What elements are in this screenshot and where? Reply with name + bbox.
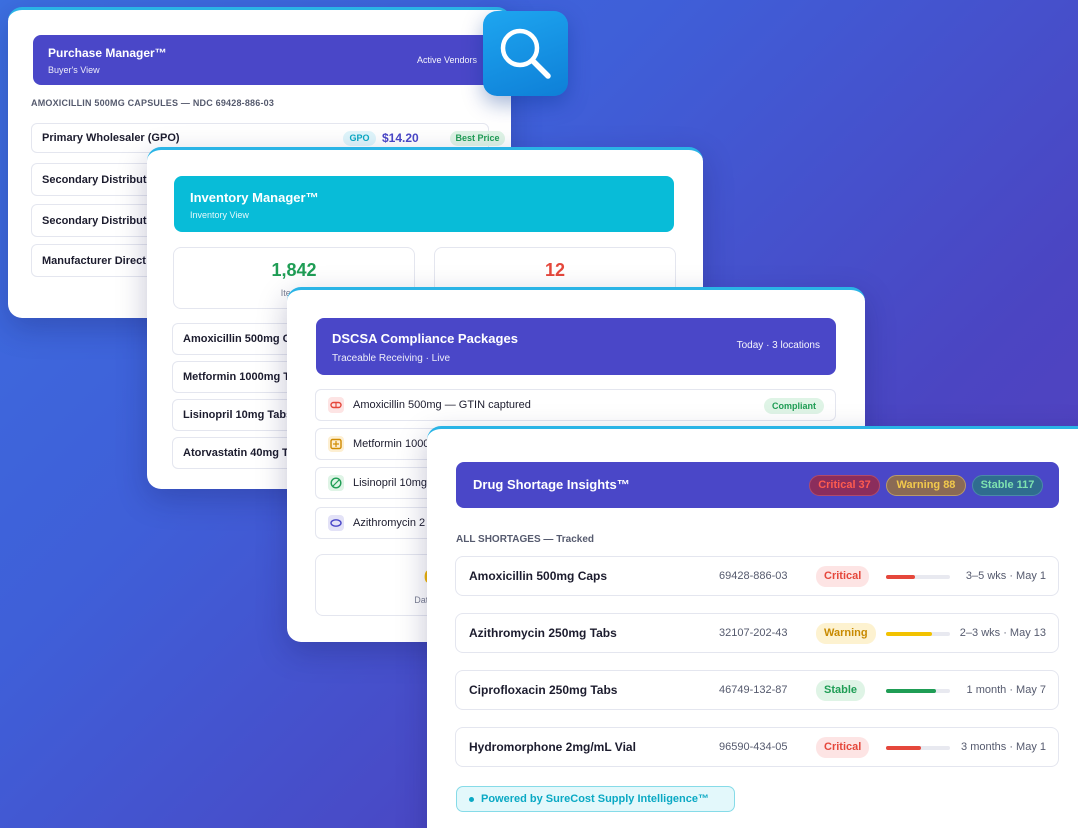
inventory-title: Inventory Manager™ — [190, 190, 319, 205]
shortage-level-fill — [886, 575, 915, 579]
status-badge: Critical — [816, 566, 870, 587]
dscsa-subtitle: Traceable Receiving · Live — [332, 353, 451, 364]
dscsa-row[interactable]: Amoxicillin 500mg — GTIN captured Compli… — [315, 389, 836, 421]
shortage-level-bar — [886, 746, 950, 750]
powered-by-badge[interactable]: Powered by SureCost Supply Intelligence™ — [456, 786, 735, 812]
product-label: AMOXICILLIN 500MG CAPSULES — NDC 69428-8… — [31, 98, 275, 108]
best-price-badge: Best Price — [450, 131, 505, 146]
search-tile[interactable] — [483, 11, 568, 96]
shortage-level-bar — [886, 575, 950, 579]
inventory-item-name: Atorvastatin 40mg Ta — [183, 447, 295, 459]
dscsa-header: DSCSA Compliance Packages Traceable Rece… — [316, 318, 836, 375]
capsule-icon — [328, 397, 344, 413]
purchase-header: Purchase Manager™ Buyer's View Active Ve… — [33, 35, 491, 85]
purchase-subtitle: Buyer's View — [48, 65, 100, 75]
drug-shortage-card: Drug Shortage Insights™ Critical 37 Warn… — [427, 426, 1078, 828]
dscsa-item-label: Azithromycin 2 — [353, 517, 426, 529]
summary-warning[interactable]: Warning 88 — [886, 475, 966, 496]
vendor-name: Manufacturer Direct — [42, 254, 146, 267]
shortages-section-label: ALL SHORTAGES — Tracked — [456, 534, 594, 545]
inventory-item-name: Lisinopril 10mg Tabs — [183, 409, 293, 421]
stat-items-value: 1,842 — [271, 260, 317, 280]
drug-name: Hydromorphone 2mg/mL Vial — [469, 740, 636, 754]
drug-ndc: 96590-434-05 — [719, 741, 788, 753]
drug-name: Azithromycin 250mg Tabs — [469, 626, 617, 640]
shortage-header: Drug Shortage Insights™ Critical 37 Warn… — [456, 462, 1059, 508]
dscsa-item-label: Amoxicillin 500mg — GTIN captured — [353, 399, 531, 411]
drug-eta: 3 months · May 1 — [961, 741, 1046, 753]
oval-pill-icon — [328, 515, 344, 531]
shortage-row[interactable]: Ciprofloxacin 250mg Tabs 46749-132-87 St… — [455, 670, 1059, 710]
dscsa-locations: Today · 3 locations — [736, 340, 820, 351]
compliant-badge: Compliant — [764, 398, 824, 414]
status-badge: Critical — [816, 737, 870, 758]
shortage-level-bar — [886, 689, 950, 693]
shortage-row[interactable]: Hydromorphone 2mg/mL Vial 96590-434-05 C… — [455, 727, 1059, 767]
dscsa-title: DSCSA Compliance Packages — [332, 331, 518, 346]
summary-critical[interactable]: Critical 37 — [809, 475, 880, 496]
drug-name: Ciprofloxacin 250mg Tabs — [469, 683, 618, 697]
drug-ndc: 46749-132-87 — [719, 684, 788, 696]
drug-ndc: 32107-202-43 — [719, 627, 788, 639]
inventory-subtitle: Inventory View — [190, 210, 249, 220]
drug-eta: 3–5 wks · May 1 — [965, 570, 1046, 582]
status-badge: Stable — [816, 680, 866, 701]
shortage-level-fill — [886, 746, 922, 750]
status-dot — [469, 797, 474, 802]
dscsa-item-label: Metformin 1000 — [353, 438, 430, 450]
stat-alerts-value: 12 — [544, 260, 566, 280]
shortage-title: Drug Shortage Insights™ — [473, 477, 630, 492]
inventory-item-name: Amoxicillin 500mg Ca — [183, 333, 297, 345]
active-vendors-label: Active Vendors — [416, 55, 477, 65]
inventory-header: Inventory Manager™ Inventory View — [174, 176, 674, 232]
shortage-level-fill — [886, 689, 936, 693]
shortage-level-bar — [886, 632, 950, 636]
drug-name: Amoxicillin 500mg Caps — [469, 569, 608, 583]
vendor-name: Secondary Distributor — [42, 214, 158, 227]
purchase-title: Purchase Manager™ — [48, 46, 167, 60]
drug-eta: 1 month · May 7 — [966, 684, 1046, 696]
shortage-row[interactable]: Azithromycin 250mg Tabs 32107-202-43 War… — [455, 613, 1059, 653]
gpo-tag: GPO — [343, 131, 376, 146]
search-icon — [500, 28, 551, 79]
vendor-name: Primary Wholesaler (GPO) — [42, 132, 180, 144]
shortage-row[interactable]: Amoxicillin 500mg Caps 69428-886-03 Crit… — [455, 556, 1059, 596]
inventory-item-name: Metformin 1000mg Ta — [183, 371, 296, 383]
vendor-price: $14.20 — [382, 131, 419, 145]
powered-by-text: Powered by SureCost Supply Intelligence™ — [481, 793, 709, 805]
shortage-level-fill — [886, 632, 933, 636]
summary-stable[interactable]: Stable 117 — [972, 475, 1043, 496]
drug-ndc: 69428-886-03 — [719, 570, 788, 582]
status-badge: Warning — [816, 623, 876, 644]
dscsa-item-label: Lisinopril 10mg — [353, 477, 427, 489]
pill-icon — [328, 475, 344, 491]
tablet-icon — [328, 436, 344, 452]
vendor-name: Secondary Distributor — [42, 173, 158, 186]
drug-eta: 2–3 wks · May 13 — [959, 627, 1046, 639]
